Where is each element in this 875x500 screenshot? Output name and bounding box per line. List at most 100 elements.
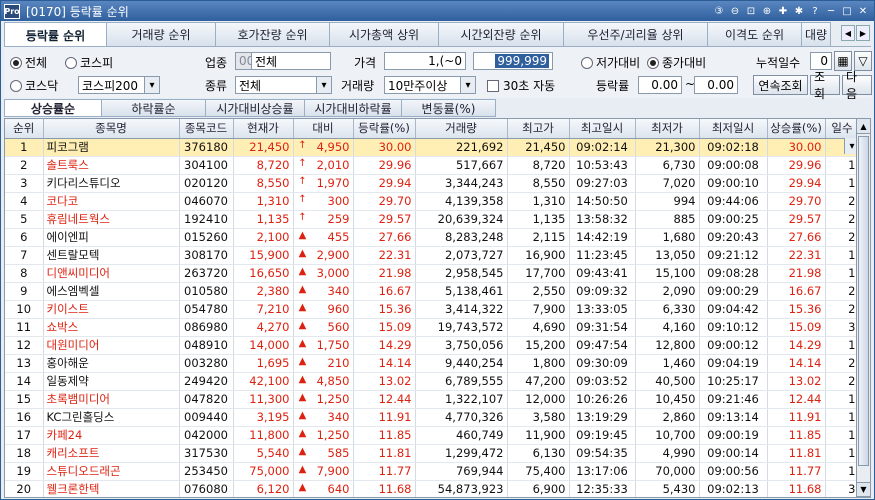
table-row[interactable]: 7 센트랄모텍 308170 15,900 ▲ 2,900 22.31 2,073,727 16…	[5, 246, 857, 265]
tab-volume-rank[interactable]: 거래량 순위	[106, 22, 216, 46]
link-icon[interactable]: ⊡	[744, 4, 758, 18]
tab-rate-rank[interactable]: 등락률 순위	[4, 22, 107, 47]
radio-close-compare[interactable]: 종가대비	[647, 54, 706, 71]
tab-right-icon[interactable]: ▶	[856, 25, 870, 41]
main-tabs: 등락률 순위 거래량 순위 호가잔량 순위 시가총액 상위 시간외잔량 순위 우…	[4, 22, 874, 47]
column-header[interactable]: 거래량	[415, 119, 508, 139]
table-row[interactable]: 14 일동제약 249420 42,100 ▲ 4,850 13.02 6,789,555 47…	[5, 372, 857, 391]
screen-number-icon[interactable]: ③	[712, 4, 726, 18]
up-triangle-icon: ▲	[298, 374, 307, 385]
column-header[interactable]: 현재가	[233, 119, 294, 139]
cell-low: 885	[635, 210, 700, 229]
table-row[interactable]: 19 스튜디오드래곤 253450 75,000 ▲ 7,900 11.77 769,944 7…	[5, 462, 857, 481]
continuous-query-button[interactable]: 연속조회	[753, 75, 808, 95]
pin-icon[interactable]: ✱	[792, 4, 806, 18]
table-row[interactable]: 12 대원미디어 048910 14,000 ▲ 1,750 14.29 3,750,056 1…	[5, 336, 857, 355]
maximize-icon[interactable]: □	[840, 4, 854, 18]
table-row[interactable]: 8 디앤씨미디어 263720 16,650 ▲ 3,000 21.98 2,958,545 1…	[5, 264, 857, 283]
close-icon[interactable]: ✕	[856, 4, 870, 18]
zoom-out-icon[interactable]: ⊖	[728, 4, 742, 18]
cell-high-time: 09:19:45	[569, 426, 636, 445]
table-row[interactable]: 15 초록뱀미디어 047820 11,300 ▲ 1,250 12.44 1,322,107…	[5, 390, 857, 409]
tab-disparity[interactable]: 이격도 순위	[707, 22, 802, 46]
rate-from-field[interactable]: 0.00	[638, 76, 682, 94]
cell-rank: 17	[5, 426, 44, 445]
cell-high: 1,310	[507, 192, 570, 211]
settings-icon[interactable]: ✚	[776, 4, 790, 18]
table-row[interactable]: 18 캐리소프트 317530 5,540 ▲ 585 11.81 1,299,472 6,13…	[5, 444, 857, 463]
table-row[interactable]: 16 KC그린홀딩스 009440 3,195 ▲ 340 11.91 4,770,326 3,…	[5, 408, 857, 427]
up-triangle-icon: ▲	[298, 446, 307, 457]
industry-name-field[interactable]: 전체	[251, 52, 331, 70]
column-header[interactable]: 최고일시	[569, 119, 636, 139]
auto-refresh-checkbox[interactable]: 30초 자동	[487, 77, 555, 94]
column-header[interactable]: 등락률(%)	[353, 119, 416, 139]
tab-bulk[interactable]: 대량	[801, 22, 831, 46]
minimize-icon[interactable]: ─	[824, 4, 838, 18]
market-select[interactable]: 코스피200	[78, 76, 160, 94]
cell-rank: 16	[5, 408, 44, 427]
price-from-field[interactable]: 1,(~0	[384, 52, 466, 70]
table-row[interactable]: 4 코다코 046070 1,310 ↑ 300 29.70 4,139,358 1,310 14…	[5, 192, 857, 211]
column-header[interactable]: 종목코드	[179, 119, 234, 139]
up-triangle-icon: ▲	[298, 302, 307, 313]
cell-low: 2,090	[635, 282, 700, 301]
cell-diff-value: 300	[327, 194, 350, 208]
column-header[interactable]: 순위	[5, 119, 44, 139]
subtab-fall-rate[interactable]: 하락률순	[101, 99, 206, 117]
query-button[interactable]: 조회	[810, 70, 840, 101]
tab-preferred[interactable]: 우선주/괴리율 상위	[563, 22, 708, 46]
cell-diff: ↑ 1,970	[293, 174, 354, 193]
up-triangle-icon: ▲	[298, 338, 307, 349]
scroll-up-icon[interactable]: ▲	[857, 119, 870, 134]
column-header[interactable]: 최고가	[507, 119, 570, 139]
column-header[interactable]: 일수	[825, 119, 857, 139]
subtab-open-rise[interactable]: 시가대비상승률	[205, 99, 305, 117]
price-to-field[interactable]: 999,999	[473, 52, 553, 70]
tab-order-rank[interactable]: 호가잔량 순위	[215, 22, 330, 46]
column-header[interactable]: 종목명	[43, 119, 180, 139]
subtab-rise-rate[interactable]: 상승률순	[4, 99, 102, 117]
cell-low-time: 09:00:29	[699, 282, 768, 301]
table-row[interactable]: 10 키이스트 054780 7,210 ▲ 960 15.36 3,414,322 7,900…	[5, 300, 857, 319]
table-row[interactable]: 1 피코그램 376180 21,450 ↑ 4,950 30.00 221,692 21,45…	[5, 138, 857, 157]
help-icon[interactable]: ?	[808, 4, 822, 18]
cell-volume: 9,440,254	[415, 354, 508, 373]
volume-select[interactable]: 10만주이상	[384, 76, 476, 94]
vertical-scrollbar[interactable]: ▲ ▼	[856, 118, 871, 498]
subtab-volatility[interactable]: 변동률(%)	[401, 99, 496, 117]
column-header[interactable]: 최저가	[635, 119, 700, 139]
subtab-open-fall[interactable]: 시가대비하락률	[304, 99, 402, 117]
column-header[interactable]: 상승률(%)	[767, 119, 826, 139]
tab-market-cap[interactable]: 시가총액 상위	[329, 22, 439, 46]
table-row[interactable]: 13 홍아해운 003280 1,695 ▲ 210 14.14 9,440,254 1,800…	[5, 354, 857, 373]
table-row[interactable]: 6 에이엔피 015260 2,100 ▲ 455 27.66 8,283,248 2,115 1…	[5, 228, 857, 247]
tab-left-icon[interactable]: ◀	[841, 25, 855, 41]
radio-kosdaq[interactable]: 코스닥	[10, 77, 58, 94]
cell-volume: 19,743,572	[415, 318, 508, 337]
table-row[interactable]: 3 키다리스튜디오 020120 8,550 ↑ 1,970 29.94 3,344,243 8…	[5, 174, 857, 193]
scroll-thumb[interactable]	[858, 136, 869, 466]
table-row[interactable]: 20 웰크론한텍 076080 6,120 ▲ 640 11.68 54,873,923 6,9…	[5, 480, 857, 497]
cell-low-time: 09:00:08	[699, 156, 768, 175]
rate-to-field[interactable]: 0.00	[694, 76, 738, 94]
cell-price: 1,695	[233, 354, 294, 373]
table-row[interactable]: 2 솔트룩스 304100 8,720 ↑ 2,010 29.96 517,667 8,720 1…	[5, 156, 857, 175]
table-row[interactable]: 11 쇼박스 086980 4,270 ▲ 560 15.09 19,743,572 4,690…	[5, 318, 857, 337]
zoom-in-icon[interactable]: ⊕	[760, 4, 774, 18]
column-header[interactable]: 최저일시	[699, 119, 768, 139]
next-button[interactable]: 다음	[842, 70, 872, 101]
cell-rise: 11.77	[767, 462, 826, 481]
radio-all[interactable]: 전체	[10, 54, 47, 71]
table-row[interactable]: 17 카페24 042000 11,800 ▲ 1,250 11.85 460,749 11,9…	[5, 426, 857, 445]
column-header[interactable]: 대비	[293, 119, 354, 139]
table-row[interactable]: 5 휴림네트웍스 192410 1,135 ↑ 259 29.57 20,639,324 1,1…	[5, 210, 857, 229]
table-row[interactable]: 9 에스엠벡셀 010580 2,380 ▲ 340 16.67 5,138,461 2,550…	[5, 282, 857, 301]
scroll-down-icon[interactable]: ▼	[857, 482, 870, 497]
kind-select[interactable]: 전체	[235, 76, 332, 94]
cell-days: 2	[825, 282, 857, 301]
radio-low-compare[interactable]: 저가대비	[581, 54, 640, 71]
radio-kospi[interactable]: 코스피	[65, 54, 113, 71]
cell-diff: ↑ 259	[293, 210, 354, 229]
tab-after-hours[interactable]: 시간외잔량 순위	[438, 22, 564, 46]
